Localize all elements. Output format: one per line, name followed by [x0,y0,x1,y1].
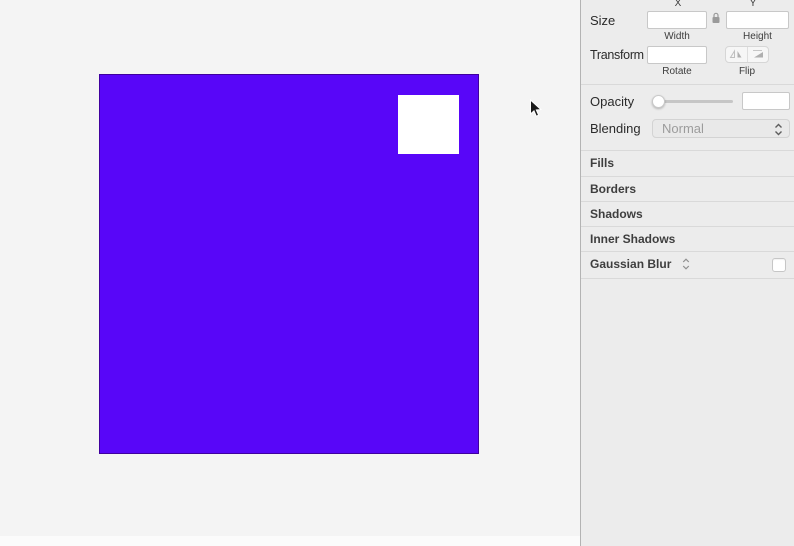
section-fills[interactable]: Fills [581,150,794,176]
width-input[interactable] [647,11,707,29]
transform-label: Transform [590,48,644,62]
gaussian-blur-label: Gaussian Blur [590,257,671,271]
flip-horizontal-button[interactable] [726,47,747,62]
flip-segmented-control [725,46,769,63]
flip-vertical-icon [751,47,764,62]
section-shadows[interactable]: Shadows [581,201,794,226]
mouse-cursor-icon [529,99,542,123]
chevron-up-down-icon [774,123,783,140]
size-label: Size [590,13,615,28]
blur-type-chevron-icon[interactable] [678,259,689,273]
opacity-label: Opacity [590,94,634,109]
opacity-slider-thumb[interactable] [652,95,665,108]
blending-label: Blending [590,121,641,136]
app-window: X Y Size Width Height Transform [0,0,794,546]
height-input[interactable] [726,11,789,29]
rotate-caption: Rotate [647,66,707,77]
section-inner-shadows[interactable]: Inner Shadows [581,226,794,251]
gaussian-blur-checkbox[interactable] [772,258,786,272]
blending-dropdown[interactable]: Normal [652,119,790,138]
rotate-input[interactable] [647,46,707,64]
separator [581,84,794,85]
lock-icon[interactable] [711,12,721,28]
flip-vertical-button[interactable] [747,47,769,62]
flip-caption: Flip [725,66,769,77]
section-borders[interactable]: Borders [581,176,794,201]
section-gaussian-blur[interactable]: Gaussian Blur [581,251,794,279]
x-caption: X [670,0,686,9]
flip-horizontal-icon [729,47,743,62]
height-caption: Height [726,31,789,42]
opacity-input[interactable] [742,92,790,110]
canvas-square-shape[interactable] [398,95,459,154]
blending-dropdown-value: Normal [662,121,704,136]
y-caption: Y [745,0,761,9]
canvas-bottom-strip [0,536,580,546]
canvas-rectangle-shape[interactable] [99,74,479,454]
inspector-panel: X Y Size Width Height Transform [581,0,794,546]
width-caption: Width [647,31,707,42]
